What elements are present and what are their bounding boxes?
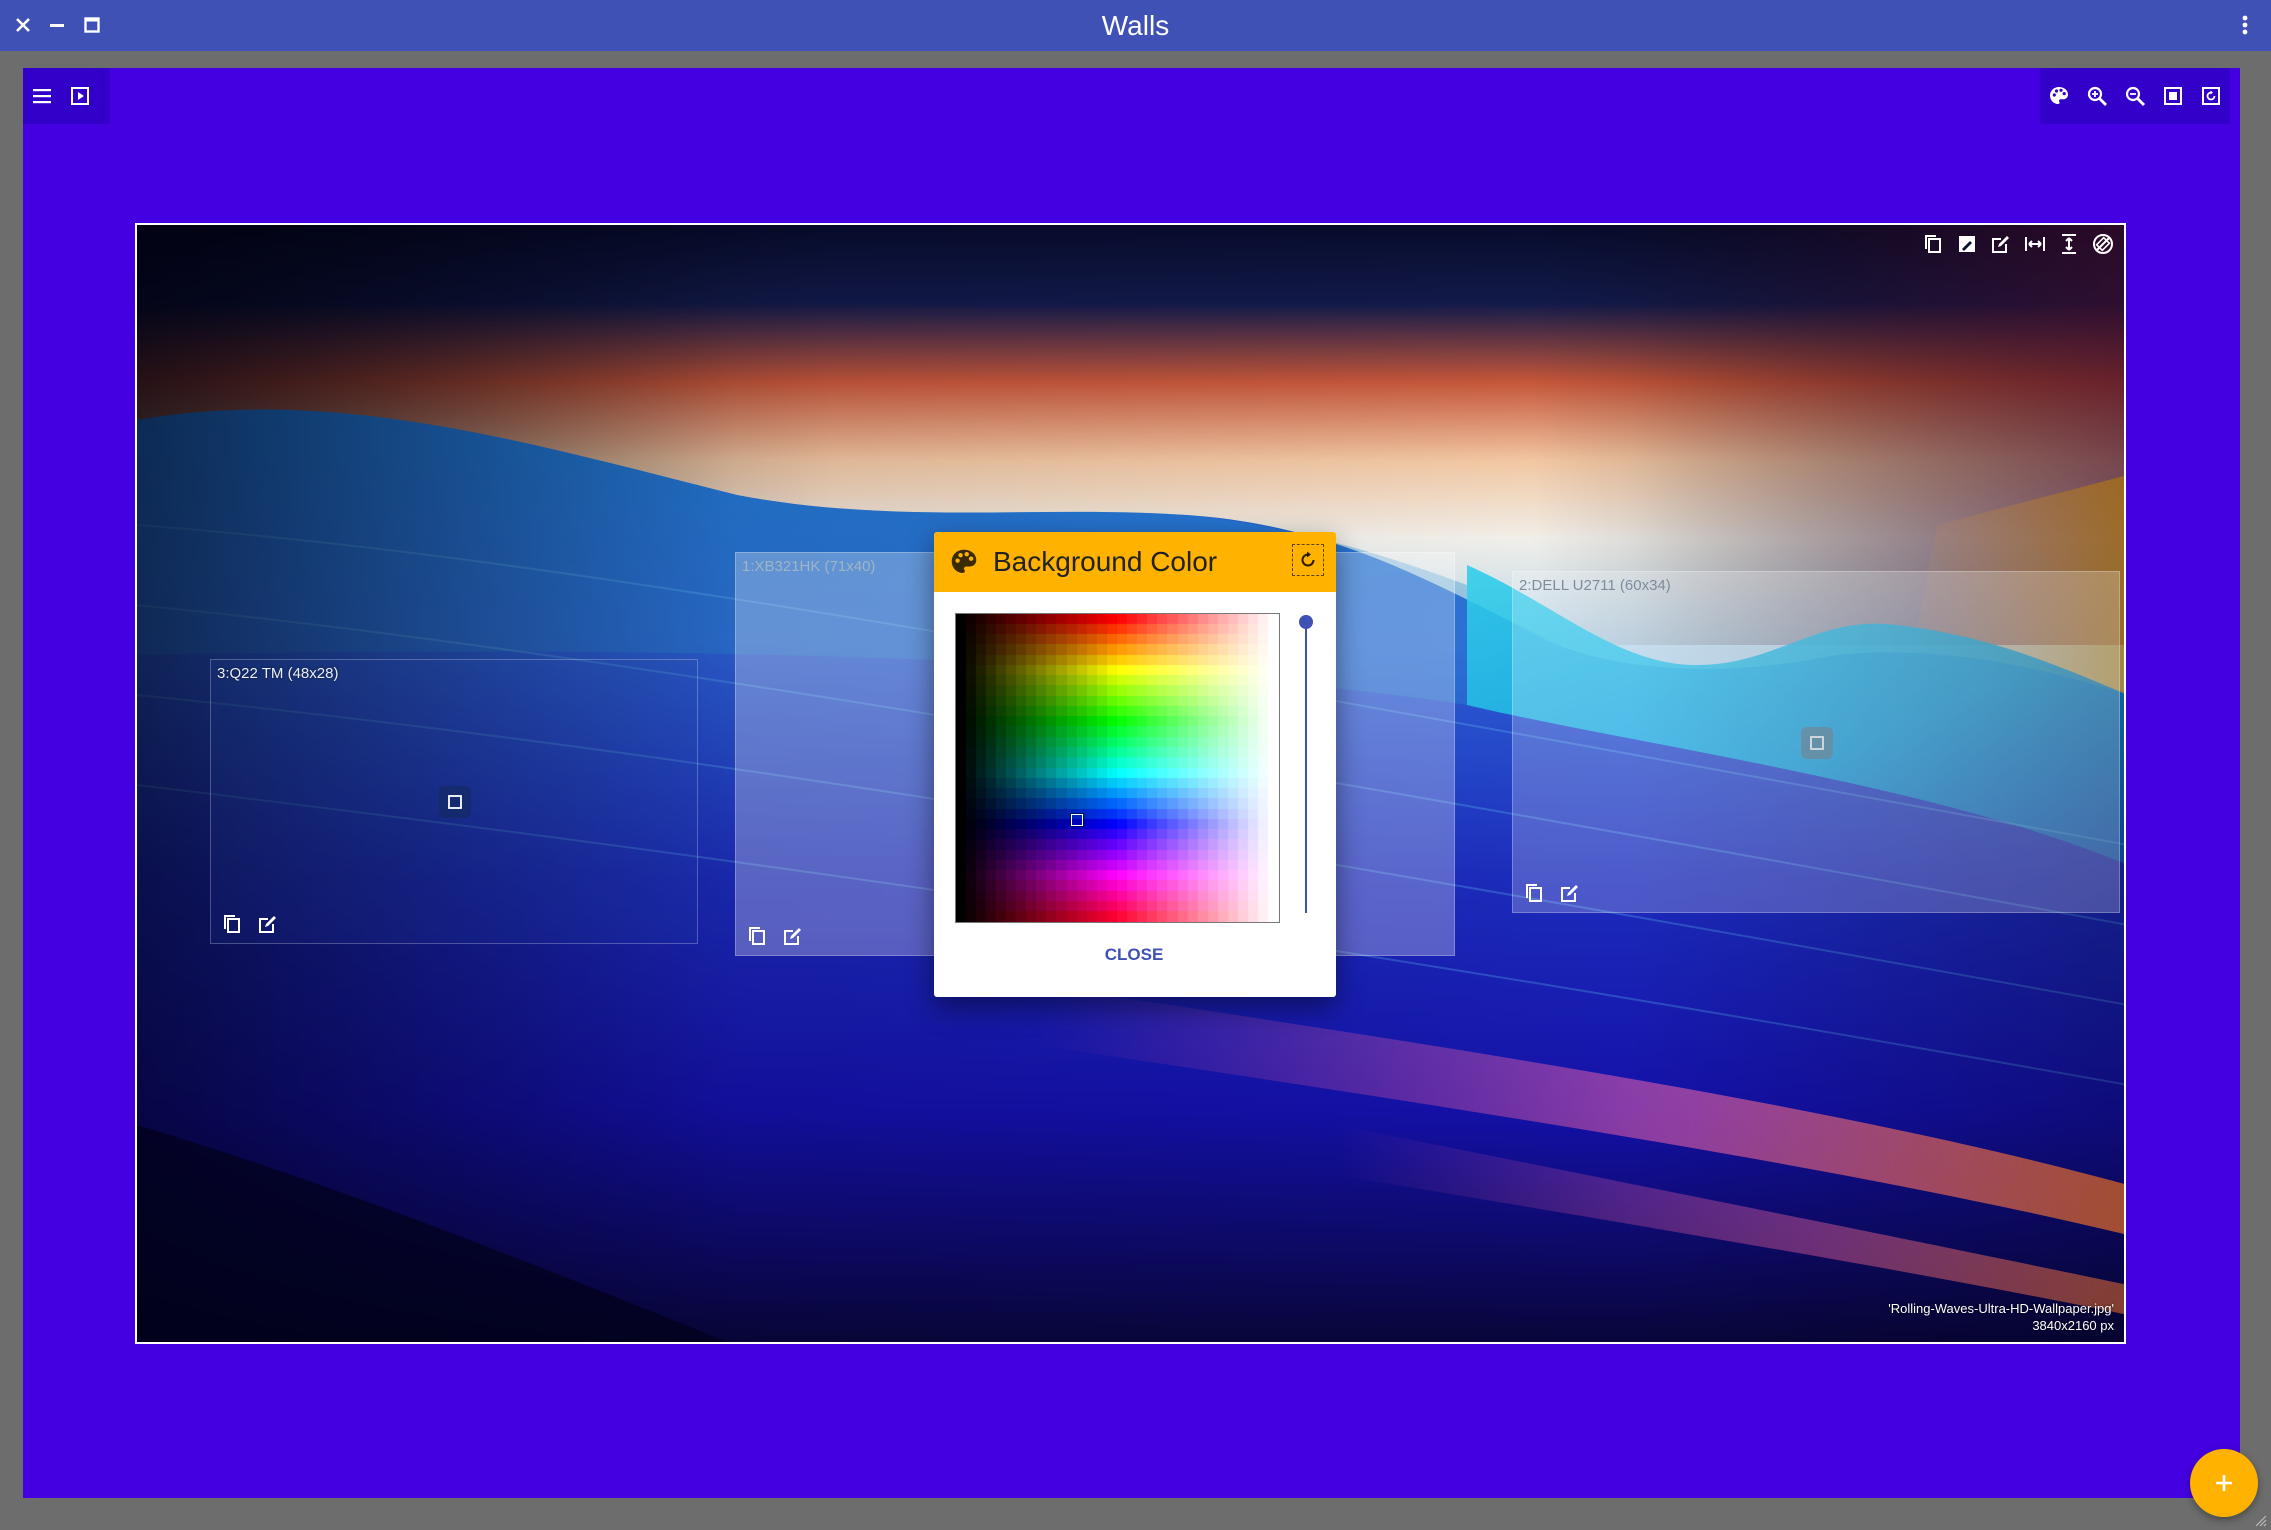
add-button[interactable] bbox=[2190, 1449, 2258, 1517]
edit-icon[interactable] bbox=[1986, 229, 2016, 259]
copy-icon[interactable] bbox=[1918, 229, 1948, 259]
fit-screen-icon[interactable] bbox=[2154, 68, 2192, 124]
color-selection-marker[interactable] bbox=[1071, 814, 1083, 826]
display-actions bbox=[1519, 878, 1585, 908]
slider-track bbox=[1305, 621, 1307, 913]
display-label: 1:XB321HK (71x40) bbox=[742, 558, 876, 575]
background-color-dialog: Background Color CLOSE bbox=[934, 532, 1336, 997]
add-icon bbox=[2216, 1475, 2232, 1491]
copy-icon[interactable] bbox=[217, 909, 247, 939]
display-actions bbox=[217, 909, 283, 939]
window-title: Walls bbox=[1101, 10, 1170, 41]
zoom-out-icon[interactable] bbox=[2116, 68, 2154, 124]
display-actions bbox=[742, 921, 808, 951]
color-grid-picker[interactable] bbox=[955, 613, 1280, 923]
display-2[interactable]: 2:DELL U2711 (60x34) bbox=[1512, 571, 2120, 913]
wallpaper-caption: 'Rolling-Waves-Ultra-HD-Wallpaper.jpg' 3… bbox=[1888, 1300, 2114, 1334]
slider-thumb[interactable] bbox=[1299, 615, 1313, 629]
display-center-handle[interactable] bbox=[1801, 727, 1833, 759]
reset-color-button[interactable] bbox=[1292, 544, 1324, 576]
wallpaper-resolution: 3840x2160 px bbox=[2032, 1318, 2114, 1333]
palette-icon[interactable] bbox=[2040, 68, 2078, 124]
reset-icon[interactable] bbox=[2192, 68, 2230, 124]
brightness-slider[interactable] bbox=[1299, 615, 1313, 915]
resize-grip-icon[interactable] bbox=[2252, 1512, 2268, 1528]
menu-icon[interactable] bbox=[23, 68, 61, 124]
close-button[interactable]: CLOSE bbox=[1084, 937, 1184, 973]
copy-icon[interactable] bbox=[1519, 878, 1549, 908]
image-edit-icon[interactable] bbox=[1952, 229, 1982, 259]
edit-icon[interactable] bbox=[1555, 878, 1585, 908]
display-label: 2:DELL U2711 (60x34) bbox=[1519, 577, 1671, 594]
slideshow-icon[interactable] bbox=[61, 68, 99, 124]
right-toolbar bbox=[2040, 68, 2230, 124]
wall-toolbar bbox=[1918, 229, 2118, 259]
wallpaper-filename: 'Rolling-Waves-Ultra-HD-Wallpaper.jpg' bbox=[1888, 1301, 2114, 1316]
display-label: 3:Q22 TM (48x28) bbox=[217, 665, 339, 682]
edit-icon[interactable] bbox=[778, 921, 808, 951]
display-center-handle[interactable] bbox=[439, 786, 471, 818]
reset-icon bbox=[1301, 551, 1315, 567]
fit-height-icon[interactable] bbox=[2054, 229, 2084, 259]
dialog-title: Background Color bbox=[993, 546, 1218, 577]
title-bar: Walls bbox=[0, 0, 2271, 51]
more-vert-icon[interactable] bbox=[2228, 8, 2262, 42]
edit-icon[interactable] bbox=[253, 909, 283, 939]
dialog-header: Background Color bbox=[934, 532, 1336, 592]
zoom-in-icon[interactable] bbox=[2078, 68, 2116, 124]
fit-width-icon[interactable] bbox=[2020, 229, 2050, 259]
no-rotate-icon[interactable] bbox=[2088, 229, 2118, 259]
display-3[interactable]: 3:Q22 TM (48x28) bbox=[210, 659, 698, 944]
palette-icon bbox=[949, 547, 979, 577]
left-toolbar bbox=[23, 68, 110, 124]
color-swatch-grid[interactable] bbox=[956, 614, 1279, 922]
copy-icon[interactable] bbox=[742, 921, 772, 951]
